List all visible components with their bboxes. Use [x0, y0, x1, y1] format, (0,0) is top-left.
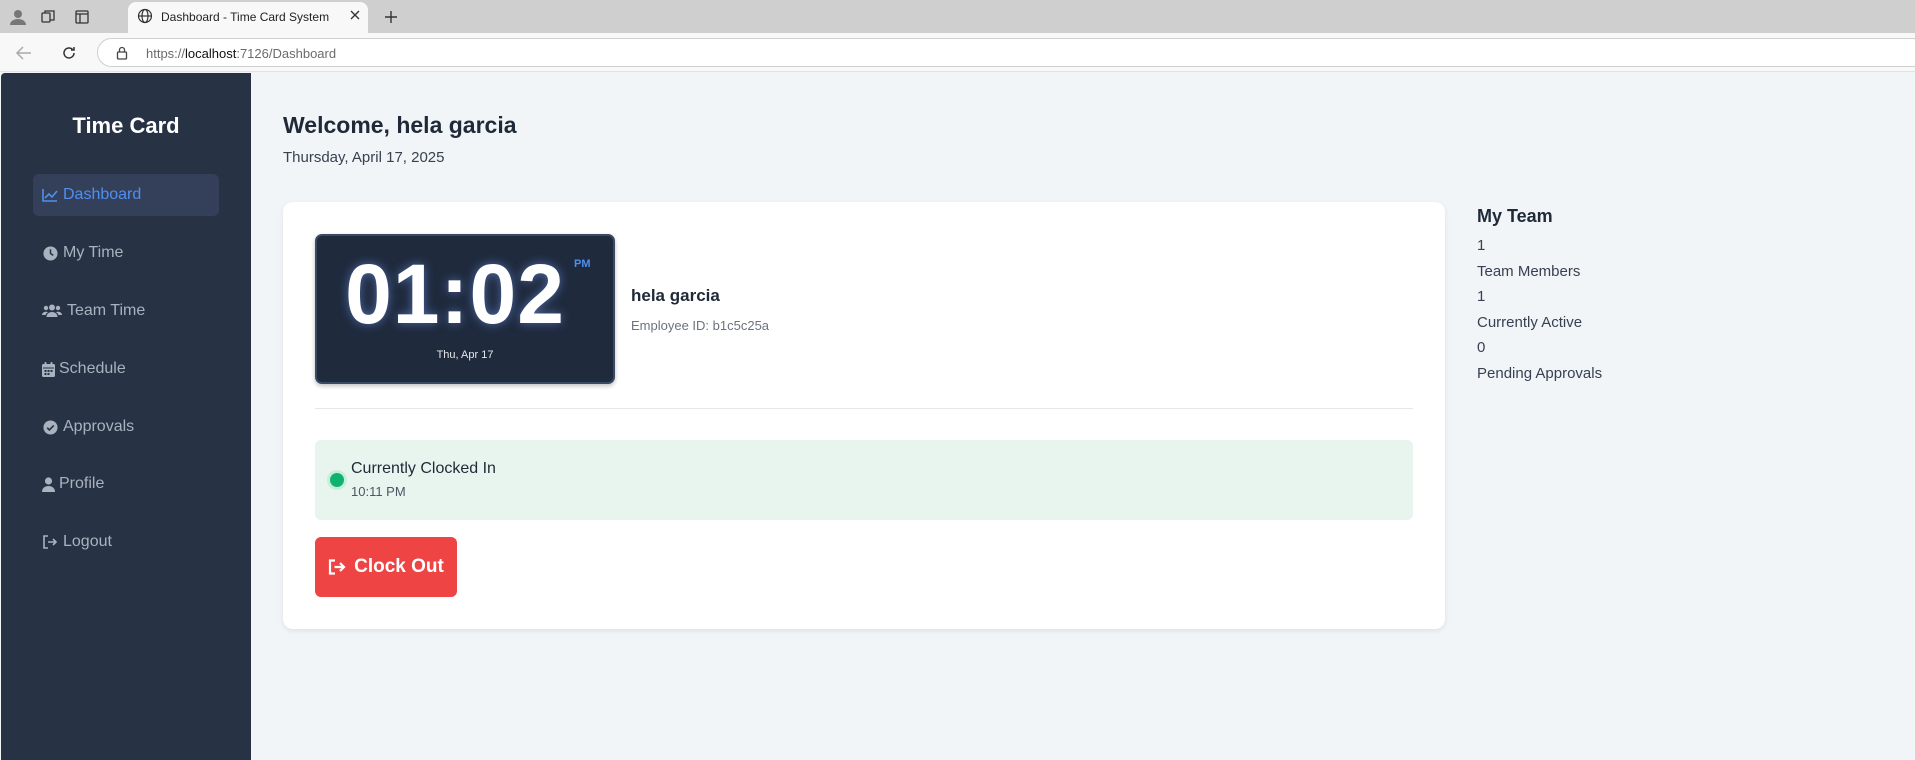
logout-icon — [328, 559, 346, 575]
clock-date: Thu, Apr 17 — [436, 349, 494, 361]
employee-name: hela garcia — [631, 286, 720, 305]
globe-icon — [137, 8, 153, 29]
sidebar-item-logout[interactable]: Logout — [33, 521, 219, 563]
browser-tabstrip: Dashboard - Time Card System — [0, 0, 1915, 33]
currently-active-count: 1 — [1477, 288, 1486, 305]
sidebar-item-label: Profile — [59, 475, 105, 492]
sidebar-item-label: Logout — [63, 533, 112, 550]
chart-line-icon — [41, 187, 59, 203]
user-icon — [41, 476, 55, 492]
status-indicator-icon — [330, 473, 344, 487]
sidebar-item-label: Dashboard — [63, 186, 142, 203]
team-members-label: Team Members — [1477, 262, 1581, 280]
my-team-panel: My Team 1 Team Members 1 Currently Activ… — [1477, 206, 1777, 386]
team-title: My Team — [1477, 206, 1553, 226]
reload-icon[interactable] — [57, 41, 81, 65]
clock-out-button[interactable]: Clock Out — [315, 537, 457, 597]
new-tab-icon[interactable] — [380, 6, 402, 28]
pending-approvals-count: 0 — [1477, 339, 1486, 356]
page-title: Welcome, hela garcia — [283, 112, 517, 138]
sidebar-item-my-time[interactable]: My Time — [33, 232, 219, 274]
users-icon — [41, 303, 63, 319]
digital-clock: 01:02 PM Thu, Apr 17 — [315, 234, 615, 384]
browser-toolbar: https://localhost:7126/Dashboard — [0, 33, 1915, 72]
tab-title: Dashboard - Time Card System — [161, 10, 330, 24]
sidebar-item-label: Team Time — [67, 302, 146, 319]
workspaces-icon[interactable] — [37, 6, 59, 28]
status-label: Currently Clocked In — [351, 460, 496, 477]
employee-id: Employee ID: b1c5c25a — [631, 318, 770, 333]
check-circle-icon — [41, 419, 59, 435]
back-arrow-icon[interactable] — [12, 41, 36, 65]
clock-in-time: 10:11 PM — [351, 484, 406, 499]
sidebar-item-dashboard[interactable]: Dashboard — [33, 174, 219, 216]
address-bar[interactable]: https://localhost:7126/Dashboard — [97, 38, 1915, 67]
app-brand: Time Card — [72, 113, 180, 138]
current-date: Thursday, April 17, 2025 — [283, 149, 445, 166]
clock-ampm: PM — [574, 258, 591, 270]
sidebar-item-label: Schedule — [59, 360, 126, 377]
clock-status-panel: Currently Clocked In 10:11 PM — [315, 440, 1413, 520]
lock-icon[interactable] — [116, 46, 128, 65]
sidebar-item-approvals[interactable]: Approvals — [33, 406, 219, 448]
browser-tab-dashboard[interactable]: Dashboard - Time Card System — [128, 2, 368, 33]
calendar-icon — [41, 361, 55, 377]
profile-icon[interactable] — [7, 6, 29, 28]
sidebar-item-schedule[interactable]: Schedule — [33, 348, 219, 390]
clock-time: 01:02 — [345, 247, 565, 341]
sidebar: Time Card Dashboard My Time Team Time Sc… — [1, 73, 251, 760]
tab-actions-icon[interactable] — [71, 6, 93, 28]
divider — [315, 408, 1413, 409]
sidebar-item-label: My Time — [63, 244, 124, 261]
pending-approvals-label: Pending Approvals — [1477, 364, 1603, 382]
clock-out-label: Clock Out — [354, 556, 444, 577]
close-icon[interactable] — [346, 6, 364, 24]
currently-active-label: Currently Active — [1477, 313, 1583, 331]
clock-icon — [41, 245, 59, 261]
sidebar-item-team-time[interactable]: Team Time — [33, 290, 219, 332]
team-members-count: 1 — [1477, 237, 1486, 254]
time-clock-card: 01:02 PM Thu, Apr 17 hela garcia Employe… — [283, 202, 1445, 629]
url-text: https://localhost:7126/Dashboard — [146, 46, 337, 61]
sidebar-item-label: Approvals — [63, 418, 135, 435]
logout-icon — [41, 534, 59, 550]
sidebar-item-profile[interactable]: Profile — [33, 463, 219, 505]
